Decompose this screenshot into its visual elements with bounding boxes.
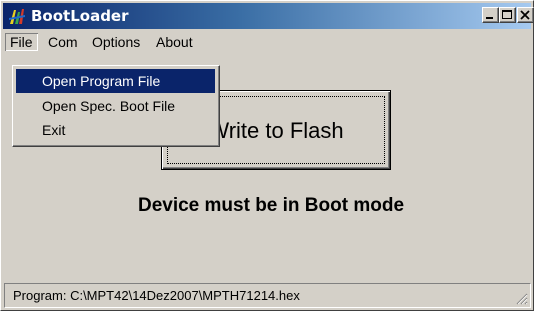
window-title: BootLoader (31, 7, 129, 25)
file-menu-dropdown: Open Program File Open Spec. Boot File E… (12, 65, 220, 147)
maximize-button[interactable] (499, 7, 516, 23)
bootloader-window: BootLoader File Com Options About Write … (0, 0, 534, 311)
status-bar: Program: C:\MPT42\14Dez2007\MPTH71214.he… (4, 283, 531, 308)
close-button[interactable] (517, 7, 534, 23)
minimize-button[interactable] (482, 7, 499, 23)
bootloader-app-icon[interactable] (7, 6, 27, 26)
status-program-path: Program: C:\MPT42\14Dez2007\MPTH71214.he… (13, 288, 300, 303)
device-boot-mode-message: Device must be in Boot mode (137, 195, 405, 216)
menu-item-open-spec-boot-file[interactable]: Open Spec. Boot File (16, 94, 215, 118)
title-bar[interactable]: BootLoader (3, 3, 534, 29)
close-icon (520, 10, 530, 20)
menu-item-open-program-file[interactable]: Open Program File (16, 69, 215, 93)
menu-bar: File Com Options About (3, 31, 531, 53)
menu-file[interactable]: File (5, 33, 38, 51)
menu-com[interactable]: Com (43, 33, 83, 51)
menu-item-exit[interactable]: Exit (16, 118, 215, 142)
menu-about[interactable]: About (151, 33, 198, 51)
minimize-icon (486, 17, 493, 19)
resize-grip-icon[interactable] (514, 291, 528, 305)
maximize-icon (502, 10, 512, 19)
menu-options[interactable]: Options (87, 33, 145, 51)
